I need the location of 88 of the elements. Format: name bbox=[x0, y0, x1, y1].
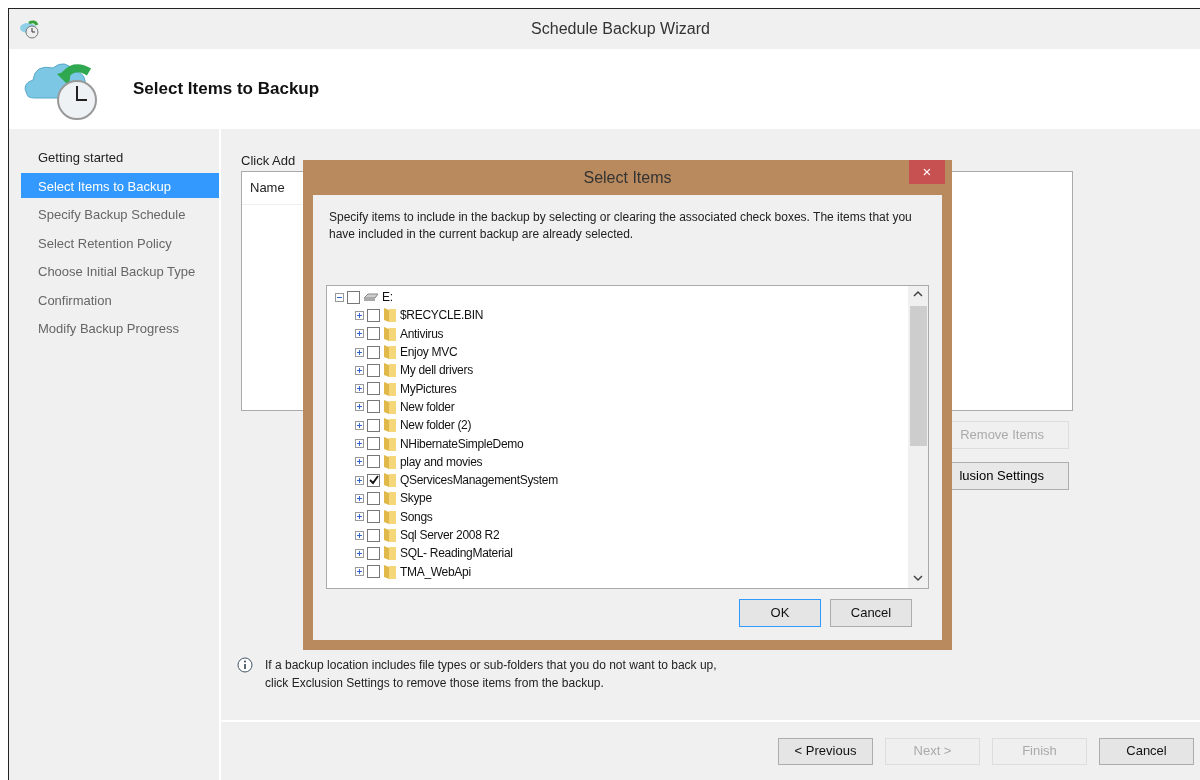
tree-item-label[interactable]: Songs bbox=[400, 507, 433, 526]
folder-icon bbox=[383, 490, 397, 507]
checkbox[interactable] bbox=[367, 473, 380, 487]
folder-icon bbox=[383, 472, 397, 489]
dialog-title: Select Items bbox=[583, 167, 672, 188]
checkbox[interactable] bbox=[367, 528, 380, 542]
tree-item-label[interactable]: play and movies bbox=[400, 452, 483, 471]
tree-item-label[interactable]: Enjoy MVC bbox=[400, 343, 458, 362]
column-header[interactable]: Name bbox=[242, 172, 302, 205]
folder-icon bbox=[383, 344, 397, 361]
expand-icon[interactable] bbox=[355, 567, 364, 577]
tree-item-label[interactable]: $RECYCLE.BIN bbox=[400, 306, 484, 325]
wizard-step[interactable]: Getting started bbox=[21, 144, 219, 169]
checkbox[interactable] bbox=[367, 565, 380, 579]
tree-item-label[interactable]: New folder bbox=[400, 397, 455, 416]
collapse-icon[interactable] bbox=[335, 292, 344, 302]
expand-icon[interactable] bbox=[355, 310, 364, 320]
dialog-button[interactable]: OK bbox=[739, 599, 821, 627]
expand-icon[interactable] bbox=[355, 475, 364, 485]
folder-icon bbox=[383, 417, 397, 434]
scrollbar[interactable] bbox=[908, 286, 928, 588]
checkbox[interactable] bbox=[367, 510, 380, 524]
tree-item-label[interactable]: SQL- ReadingMaterial bbox=[400, 544, 513, 563]
folder-icon bbox=[383, 453, 397, 470]
checkbox[interactable] bbox=[367, 491, 380, 505]
checkbox[interactable] bbox=[367, 345, 380, 359]
scroll-up-icon[interactable] bbox=[913, 290, 923, 298]
cloud-clock-icon bbox=[19, 19, 41, 39]
expand-icon[interactable] bbox=[355, 347, 364, 357]
wizard-step[interactable]: Confirmation bbox=[21, 286, 219, 312]
folder-icon bbox=[383, 380, 397, 397]
wizard-step[interactable]: Choose Initial Backup Type bbox=[21, 258, 219, 283]
checkbox[interactable] bbox=[367, 455, 380, 469]
info-text: If a backup location includes file types or sub-folders that you do not want to back up, click Exclusion Settings to remove those items from the backup. bbox=[265, 657, 718, 692]
expand-icon[interactable] bbox=[355, 530, 364, 540]
dialog-description: Specify items to include in the backup by selecting or clearing the associated check boxes. The items that you have included in the current backup are already selected. bbox=[329, 209, 913, 243]
expand-icon[interactable] bbox=[355, 402, 364, 412]
expand-icon[interactable] bbox=[355, 329, 364, 339]
folder-icon bbox=[383, 307, 397, 324]
close-button[interactable]: × bbox=[909, 160, 945, 184]
expand-icon[interactable] bbox=[355, 420, 364, 430]
tree-item-label[interactable]: QServicesManagementSystem bbox=[400, 471, 558, 490]
folder-icon bbox=[383, 325, 397, 342]
folder-icon bbox=[383, 527, 397, 543]
expand-icon[interactable] bbox=[355, 512, 364, 522]
dialog-button[interactable]: Cancel bbox=[830, 599, 912, 627]
page-heading: Select Items to Backup bbox=[133, 78, 320, 101]
expand-icon[interactable] bbox=[355, 493, 364, 503]
wizard-button[interactable]: < Previous bbox=[778, 737, 873, 765]
folder-icon bbox=[383, 545, 397, 562]
expand-icon[interactable] bbox=[355, 457, 364, 467]
wizard-step[interactable]: Select Retention Policy bbox=[21, 229, 219, 255]
tree-item-label[interactable]: New folder (2) bbox=[400, 416, 472, 435]
tree-item-label[interactable]: MyPictures bbox=[400, 379, 457, 398]
info-icon bbox=[237, 657, 253, 674]
tree-item-label[interactable]: Skype bbox=[400, 489, 432, 508]
checkbox[interactable] bbox=[367, 546, 380, 560]
expand-icon[interactable] bbox=[355, 384, 364, 394]
checkbox[interactable] bbox=[367, 382, 380, 396]
folder-icon bbox=[383, 398, 397, 415]
checkbox[interactable] bbox=[347, 290, 360, 304]
checkbox[interactable] bbox=[367, 418, 380, 432]
scroll-down-icon[interactable] bbox=[913, 574, 923, 582]
checkbox[interactable] bbox=[367, 308, 380, 322]
expand-icon[interactable] bbox=[355, 548, 364, 558]
tree-item-label[interactable]: My dell drivers bbox=[400, 361, 473, 380]
tree-item-label[interactable]: E: bbox=[382, 288, 393, 307]
checkbox[interactable] bbox=[367, 400, 380, 414]
window-title: Schedule Backup Wizard bbox=[530, 19, 711, 39]
drive-icon bbox=[363, 292, 379, 303]
folder-icon bbox=[383, 508, 397, 525]
tree-item-label[interactable]: Sql Server 2008 R2 bbox=[400, 526, 500, 544]
tree-item-label[interactable]: TMA_WebApi bbox=[400, 562, 471, 581]
scrollbar-thumb[interactable] bbox=[909, 306, 927, 446]
instruction-text: Click Add bbox=[241, 152, 297, 170]
folder-icon bbox=[383, 435, 397, 452]
checkbox[interactable] bbox=[367, 363, 380, 377]
wizard-step[interactable]: Specify Backup Schedule bbox=[21, 201, 219, 226]
wizard-step[interactable]: Modify Backup Progress bbox=[21, 315, 219, 340]
tree-item-label[interactable]: Antivirus bbox=[400, 324, 444, 343]
tree-item-label[interactable]: NHibernateSimpleDemo bbox=[400, 434, 524, 453]
checkbox[interactable] bbox=[367, 437, 380, 450]
expand-icon[interactable] bbox=[355, 365, 364, 375]
wizard-button[interactable]: Cancel bbox=[1099, 737, 1194, 765]
checkbox[interactable] bbox=[367, 327, 380, 341]
expand-icon[interactable] bbox=[355, 439, 364, 448]
folder-icon bbox=[383, 362, 397, 379]
folder-icon bbox=[383, 563, 397, 580]
